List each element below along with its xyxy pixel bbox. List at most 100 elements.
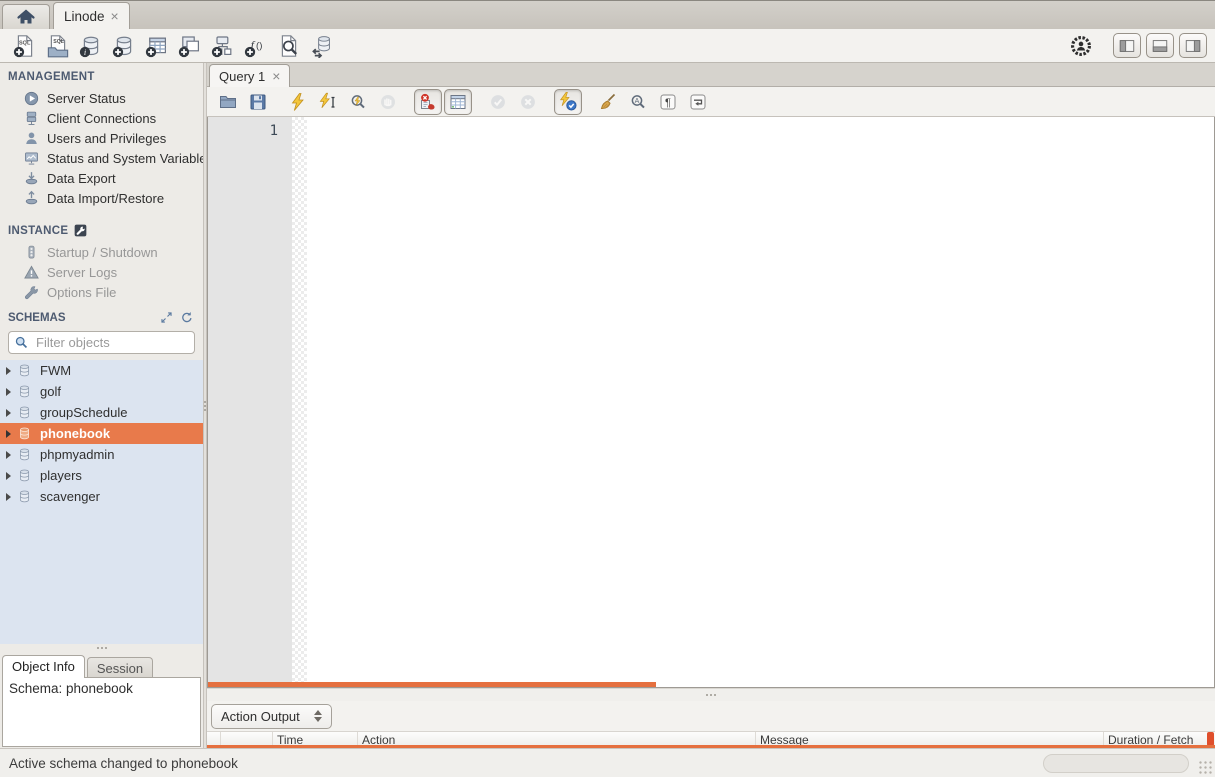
limit-rows-button[interactable] [444, 89, 472, 115]
expand-tree-icon[interactable] [160, 311, 173, 324]
execute-button[interactable] [284, 89, 312, 115]
invisibles-button[interactable]: ¶ [654, 89, 682, 115]
expander-triangle-icon[interactable] [6, 367, 11, 375]
reconnect-database-button[interactable] [305, 32, 338, 60]
refresh-schemas-icon[interactable] [180, 311, 193, 324]
new-sql-tab-button[interactable]: SQL [8, 32, 41, 60]
expander-triangle-icon[interactable] [6, 409, 11, 417]
expander-triangle-icon[interactable] [6, 472, 11, 480]
sidebar-item-status-and-system-variables[interactable]: Status and System Variables [0, 148, 203, 168]
schema-phpmyadmin[interactable]: phpmyadmin [0, 444, 203, 465]
explain-button[interactable] [344, 89, 372, 115]
expander-triangle-icon[interactable] [6, 388, 11, 396]
new-sql-tab-icon: SQL [13, 34, 37, 58]
window-tab-bar: Linode × [0, 1, 1215, 29]
output-column-time[interactable]: Time [273, 732, 358, 745]
search-data-button[interactable] [272, 32, 305, 60]
output-column-duration-fetch[interactable]: Duration / Fetch [1104, 732, 1215, 745]
schema-db-icon [17, 363, 32, 378]
create-procedure-button[interactable] [206, 32, 239, 60]
editor-text-area[interactable] [307, 117, 1214, 687]
inspect-database-icon: i [79, 34, 103, 58]
output-selector[interactable]: Action Output [211, 704, 332, 729]
open-sql-script-button[interactable]: SQL [41, 32, 74, 60]
sidebar-item-users-and-privileges[interactable]: Users and Privileges [0, 128, 203, 148]
rollback-button[interactable] [514, 89, 542, 115]
create-view-button[interactable] [173, 32, 206, 60]
sidebar-item-label: Users and Privileges [47, 131, 166, 146]
toggle-left-panel-icon [1117, 37, 1137, 55]
schema-label: phpmyadmin [40, 447, 114, 462]
status-message: Active schema changed to phonebook [9, 756, 238, 771]
output-column-action[interactable]: Action [358, 732, 756, 745]
close-tab-icon[interactable]: × [111, 9, 119, 23]
autocommit-button[interactable] [554, 89, 582, 115]
schema-golf[interactable]: golf [0, 381, 203, 402]
commit-button[interactable] [484, 89, 512, 115]
schema-players[interactable]: players [0, 465, 203, 486]
sql-editor[interactable]: 1 [207, 117, 1215, 688]
save-button[interactable] [244, 89, 272, 115]
schema-label: groupSchedule [40, 405, 127, 420]
schema-groupschedule[interactable]: groupSchedule [0, 402, 203, 423]
output-column-icon-1[interactable] [221, 732, 273, 745]
expander-triangle-icon[interactable] [6, 493, 11, 501]
create-schema-button[interactable] [107, 32, 140, 60]
schema-phonebook[interactable]: phonebook [0, 423, 203, 444]
sidebar-item-options-file[interactable]: Options File [0, 282, 203, 302]
schema-fwm[interactable]: FWM [0, 360, 203, 381]
sidebar-item-data-import-restore[interactable]: Data Import/Restore [0, 188, 203, 208]
find-button[interactable]: A [624, 89, 652, 115]
sidebar-item-client-connections[interactable]: Client Connections [0, 108, 203, 128]
main-toolbar-left: SQL SQL i f() [8, 32, 338, 60]
sidebar-item-label: Server Status [47, 91, 126, 106]
output-column-message[interactable]: Message [756, 732, 1104, 745]
sidebar-splitter-handle[interactable] [0, 644, 203, 652]
reconnect-database-icon [310, 34, 334, 58]
beautify-button[interactable] [594, 89, 622, 115]
main-toolbar: SQL SQL i f() [0, 29, 1215, 63]
sidebar-item-data-export[interactable]: Data Export [0, 168, 203, 188]
schema-db-icon [17, 468, 32, 483]
toggle-left-panel-button[interactable] [1113, 33, 1141, 58]
sidebar-item-server-status[interactable]: Server Status [0, 88, 203, 108]
resize-grip[interactable] [1198, 760, 1212, 774]
status-scrollbar-thumb[interactable] [1043, 754, 1189, 773]
editor-horizontal-scrollbar[interactable] [208, 682, 656, 687]
server-logs-icon [23, 264, 40, 281]
stop-button[interactable] [374, 89, 402, 115]
toggle-right-panel-button[interactable] [1179, 33, 1207, 58]
sidebar-item-startup-shutdown[interactable]: Startup / Shutdown [0, 242, 203, 262]
sidebar-item-server-logs[interactable]: Server Logs [0, 262, 203, 282]
query-tab[interactable]: Query 1 × [209, 64, 290, 87]
sidebar-item-label: Status and System Variables [47, 151, 203, 166]
schema-db-icon-selected [17, 426, 32, 441]
info-tab-session[interactable]: Session [87, 657, 153, 677]
execute-current-button[interactable] [314, 89, 342, 115]
inspect-database-button[interactable]: i [74, 32, 107, 60]
search-data-icon [277, 34, 301, 58]
schema-filter-input[interactable] [34, 334, 189, 351]
connection-tab[interactable]: Linode × [53, 2, 130, 29]
workbench-status-button[interactable] [1068, 32, 1094, 60]
open-file-button[interactable] [214, 89, 242, 115]
stop-on-error-button[interactable] [414, 89, 442, 115]
schemas-section-header: SCHEMAS [0, 302, 203, 327]
create-function-button[interactable]: f() [239, 32, 272, 60]
home-tab[interactable] [2, 4, 50, 29]
wrap-icon [688, 92, 708, 112]
create-table-button[interactable] [140, 32, 173, 60]
expander-triangle-icon[interactable] [6, 451, 11, 459]
open-sql-script-icon: SQL [46, 34, 70, 58]
toggle-bottom-panel-button[interactable] [1146, 33, 1174, 58]
expander-triangle-icon[interactable] [6, 430, 11, 438]
output-vertical-scrollbar[interactable] [1207, 732, 1214, 746]
info-tab-object-info[interactable]: Object Info [2, 655, 85, 678]
query-tab-close-icon[interactable]: × [272, 69, 280, 83]
wrap-button[interactable] [684, 89, 712, 115]
startup-shutdown-icon [23, 244, 40, 261]
schema-scavenger[interactable]: scavenger [0, 486, 203, 507]
editor-output-splitter[interactable] [207, 688, 1215, 701]
toggle-bottom-panel-icon [1150, 37, 1170, 55]
output-column-icon-0[interactable] [207, 732, 221, 745]
